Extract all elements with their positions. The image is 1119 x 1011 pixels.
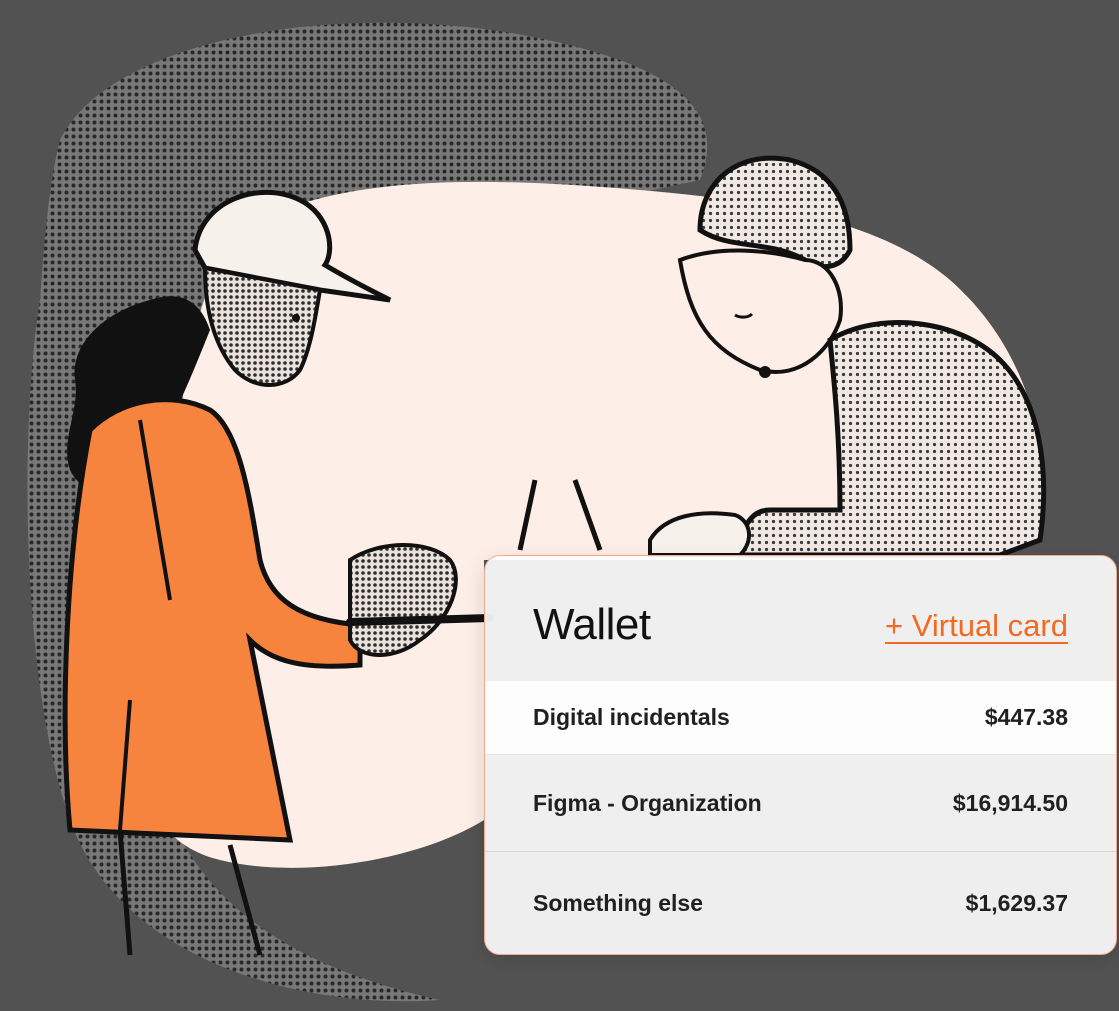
card-in-hand: [346, 614, 494, 626]
wallet-card: Wallet + Virtual card Digital incidental…: [484, 555, 1117, 955]
wallet-item-amount: $16,914.50: [952, 789, 1068, 816]
wallet-item-something-else[interactable]: Something else $1,629.37: [485, 852, 1116, 954]
wallet-item-amount: $1,629.37: [965, 889, 1068, 916]
add-virtual-card-link[interactable]: + Virtual card: [885, 608, 1068, 644]
wallet-item-label: Something else: [533, 889, 703, 916]
wallet-item-amount: $447.38: [984, 704, 1068, 730]
wallet-title: Wallet: [533, 600, 651, 649]
wallet-item-label: Figma - Organization: [533, 789, 762, 816]
wallet-list: Digital incidentals $447.38 Figma - Orga…: [485, 681, 1116, 954]
wallet-item-figma-organization[interactable]: Figma - Organization $16,914.50: [485, 755, 1116, 852]
wallet-item-digital-incidentals[interactable]: Digital incidentals $447.38: [485, 681, 1116, 755]
wallet-item-label: Digital incidentals: [533, 704, 730, 730]
wallet-header: Wallet + Virtual card: [485, 556, 1116, 681]
stage: Wallet + Virtual card Digital incidental…: [0, 0, 1119, 1011]
